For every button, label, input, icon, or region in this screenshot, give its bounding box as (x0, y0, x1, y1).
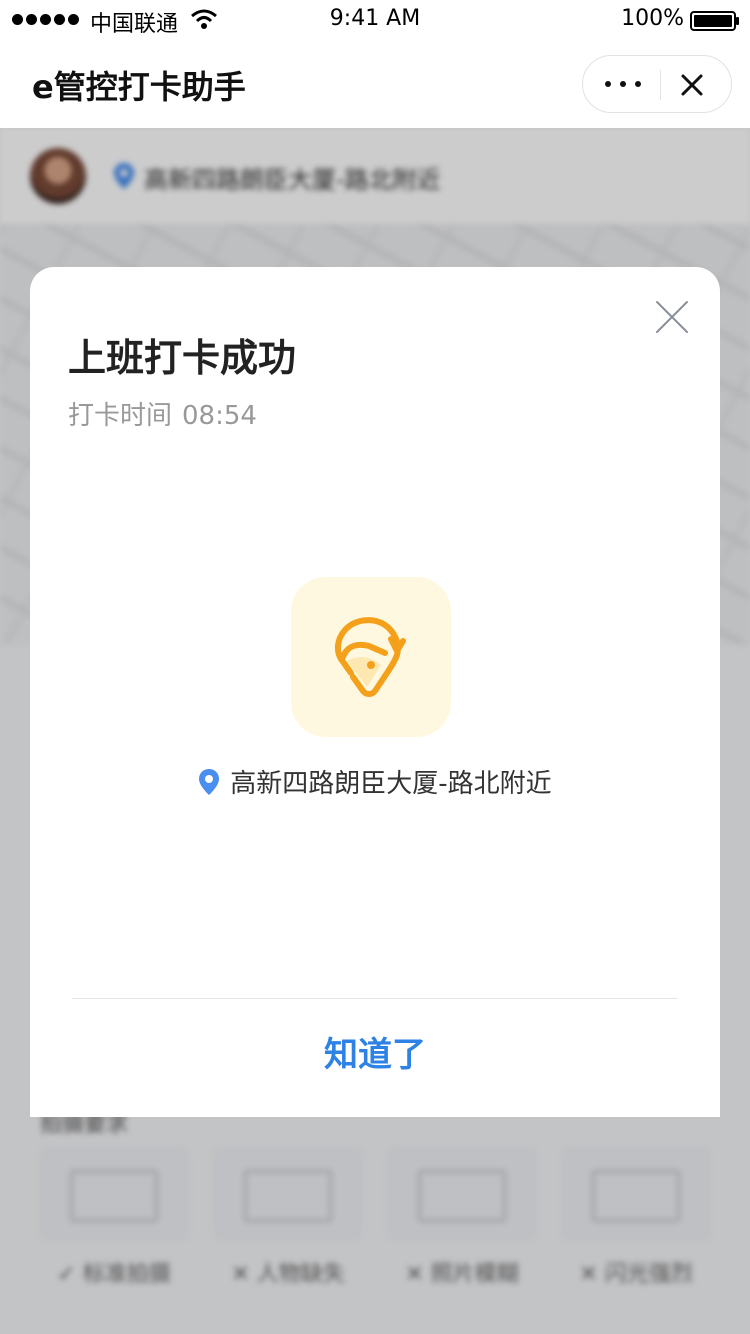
location-pin-icon (199, 768, 220, 795)
app-screen: 中国联通 9:41 AM 100% e管控打卡助手 高新四路朗臣大厦-路北附近 … (0, 0, 750, 1334)
page-title: e管控打卡助手 (32, 68, 246, 106)
dialog-location-text: 高新四路朗臣大厦-路北附近 (230, 769, 552, 799)
close-icon[interactable] (654, 299, 690, 335)
dialog-title: 上班打卡成功 (68, 336, 297, 380)
check-in-time-value: 08:54 (182, 401, 257, 431)
mini-program-capsule (582, 55, 732, 113)
confirm-button[interactable]: 知道了 (30, 1027, 720, 1076)
check-in-success-dialog: 上班打卡成功 打卡时间 08:54 高新四路朗臣大厦-路北附近 知道了 (30, 267, 720, 1117)
dialog-location: 高新四路朗臣大厦-路北附近 (30, 763, 720, 800)
capsule-divider (660, 70, 661, 100)
close-icon[interactable] (679, 72, 705, 98)
dialog-divider (72, 998, 678, 999)
battery-percent: 100% (621, 6, 684, 31)
nav-bar: e管控打卡助手 (0, 40, 750, 128)
check-in-time: 打卡时间 08:54 (68, 395, 257, 432)
location-check-icon (291, 577, 451, 737)
check-in-time-label: 打卡时间 (68, 401, 173, 431)
status-bar: 中国联通 9:41 AM 100% (0, 0, 750, 40)
more-icon[interactable] (605, 77, 641, 91)
battery-icon (690, 11, 739, 31)
